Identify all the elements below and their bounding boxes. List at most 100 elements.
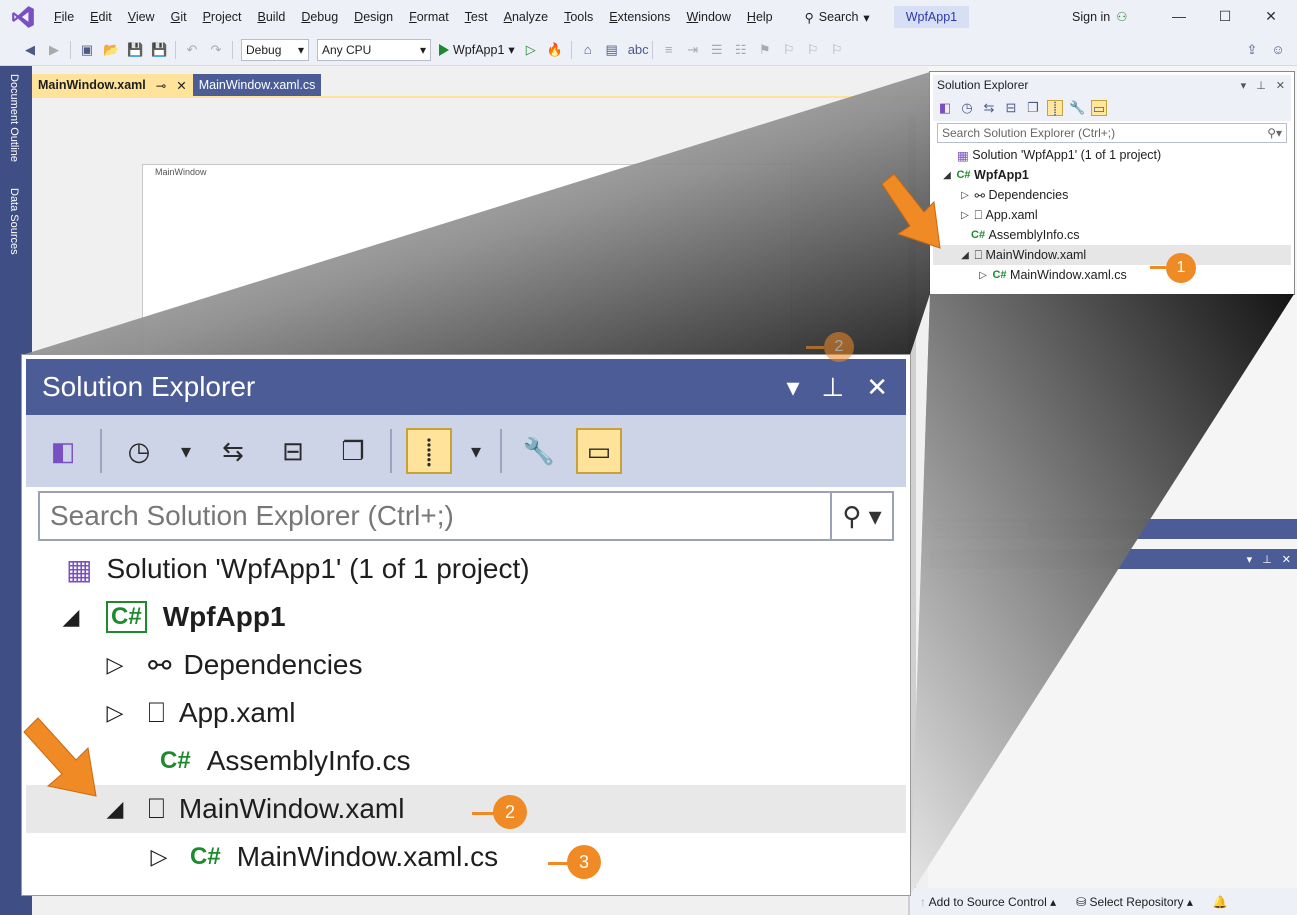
close-icon[interactable]: ✕ bbox=[866, 372, 888, 403]
chevron-down-icon[interactable]: ▾ bbox=[176, 428, 196, 474]
collapsed-icon[interactable]: ▷ bbox=[959, 190, 971, 201]
zoom-tree-item-dependencies[interactable]: ▷ ⚯ Dependencies bbox=[26, 641, 906, 689]
start-debugging-button[interactable]: WpfApp1 ▾ bbox=[439, 42, 515, 57]
platform-select[interactable]: Any CPU ▾ bbox=[317, 38, 431, 61]
open-file-icon[interactable]: 📂 bbox=[103, 42, 119, 58]
bookmark-prev-icon[interactable]: ⚐ bbox=[781, 42, 797, 58]
menu-edit[interactable]: Edit bbox=[82, 10, 120, 24]
bookmark-next-icon[interactable]: ⚐ bbox=[805, 42, 821, 58]
solution-explorer-search[interactable]: Search Solution Explorer (Ctrl+;) ⚲▾ bbox=[937, 123, 1287, 143]
sync-with-document-icon[interactable]: ⇆ bbox=[210, 428, 256, 474]
pin-icon[interactable]: ⊥ bbox=[822, 372, 845, 403]
chevron-down-icon[interactable]: ▾ bbox=[1247, 553, 1253, 566]
close-tab-icon[interactable]: ✕ bbox=[176, 78, 186, 93]
chevron-down-icon[interactable]: ▾ bbox=[786, 372, 799, 403]
expanded-icon[interactable]: ◢ bbox=[959, 250, 971, 261]
tree-item-project[interactable]: ◢ C# WpfApp1 bbox=[933, 165, 1291, 185]
menu-extensions[interactable]: Extensions bbox=[601, 10, 678, 24]
pending-changes-filter-icon[interactable]: ◷ bbox=[116, 428, 162, 474]
close-icon[interactable]: ✕ bbox=[1282, 553, 1291, 566]
document-outline-tab[interactable]: Document Outline bbox=[8, 74, 20, 162]
hot-reload-icon[interactable]: 🔥 bbox=[547, 42, 563, 58]
select-repository-button[interactable]: ⛁ Select Repository ▴ bbox=[1076, 895, 1193, 909]
tab-mainwindow-xaml[interactable]: MainWindow.xaml ⊸ ✕ bbox=[32, 74, 193, 96]
notifications-icon[interactable]: 🔔 bbox=[1213, 895, 1228, 909]
menu-analyze[interactable]: Analyze bbox=[496, 10, 556, 24]
menu-help[interactable]: Help bbox=[739, 10, 781, 24]
tab-mainwindow-xaml-cs[interactable]: MainWindow.xaml.cs bbox=[192, 74, 322, 96]
file-nesting-icon[interactable]: ⸽ bbox=[1047, 100, 1063, 116]
expanded-icon[interactable]: ◢ bbox=[54, 604, 88, 630]
tree-item-mainwindow-xaml-cs[interactable]: ▷ C# MainWindow.xaml.cs bbox=[933, 265, 1291, 285]
redo-icon[interactable]: ↷ bbox=[208, 42, 224, 58]
collapse-all-icon[interactable]: ⊟ bbox=[1003, 100, 1019, 116]
bookmark-icon[interactable]: ⚑ bbox=[757, 42, 773, 58]
tree-item-dependencies[interactable]: ▷ ⚯ Dependencies bbox=[933, 185, 1291, 205]
collapsed-icon[interactable]: ▷ bbox=[977, 270, 989, 281]
chevron-down-icon[interactable]: ▾ bbox=[1241, 79, 1247, 92]
zoom-tree-item-app-xaml[interactable]: ▷ ⎕ App.xaml bbox=[26, 689, 906, 737]
minimize-icon[interactable]: — bbox=[1170, 8, 1188, 26]
menu-tools[interactable]: Tools bbox=[556, 10, 601, 24]
menu-build[interactable]: Build bbox=[250, 10, 294, 24]
bookmark-clear-icon[interactable]: ⚐ bbox=[829, 42, 845, 58]
configuration-select[interactable]: Debug ▾ bbox=[241, 38, 309, 61]
maximize-icon[interactable]: ☐ bbox=[1216, 8, 1234, 26]
start-without-debugging-icon[interactable]: ▷ bbox=[523, 42, 539, 58]
menu-window[interactable]: Window bbox=[678, 10, 738, 24]
search-button[interactable]: ⚲ Search ▾ bbox=[799, 5, 876, 29]
properties-icon[interactable]: 🔧 bbox=[516, 428, 562, 474]
collapsed-icon[interactable]: ▷ bbox=[98, 652, 132, 678]
align-icon[interactable]: ≡ bbox=[661, 42, 677, 58]
menu-design[interactable]: Design bbox=[346, 10, 401, 24]
show-all-files-icon[interactable]: ❐ bbox=[330, 428, 376, 474]
zoom-tree-item-solution[interactable]: ▦ Solution 'WpfApp1' (1 of 1 project) bbox=[26, 545, 906, 593]
zoom-tree-item-mainwindow-xaml-cs[interactable]: ▷ C# MainWindow.xaml.cs bbox=[26, 833, 906, 881]
collapse-all-icon[interactable]: ⊟ bbox=[270, 428, 316, 474]
sync-with-document-icon[interactable]: ⇆ bbox=[981, 100, 997, 116]
zoom-search-input[interactable]: Search Solution Explorer (Ctrl+;) ⚲ ▾ bbox=[38, 491, 894, 541]
save-icon[interactable]: 💾 bbox=[127, 42, 143, 58]
tree-item-app-xaml[interactable]: ▷ ⎕ App.xaml bbox=[933, 205, 1291, 225]
back-icon[interactable]: ◀ bbox=[22, 42, 38, 58]
pending-changes-filter-icon[interactable]: ◷ bbox=[959, 100, 975, 116]
spell-check-icon[interactable]: abc bbox=[628, 42, 649, 58]
menu-project[interactable]: Project bbox=[195, 10, 250, 24]
save-all-icon[interactable]: 💾 bbox=[151, 42, 167, 58]
menu-git[interactable]: Git bbox=[163, 10, 195, 24]
pin-icon[interactable]: ⊥ bbox=[1256, 79, 1266, 92]
close-window-icon[interactable]: ✕ bbox=[1262, 8, 1280, 26]
tab-git-changes[interactable]: Git Changes bbox=[1029, 522, 1104, 536]
add-to-source-control-button[interactable]: ↑ Add to Source Control ▴ bbox=[920, 895, 1056, 909]
collapsed-icon[interactable]: ▷ bbox=[959, 210, 971, 221]
chevron-down-icon[interactable]: ▾ bbox=[466, 428, 486, 474]
menu-view[interactable]: View bbox=[120, 10, 163, 24]
sign-in-button[interactable]: Sign in ⚇ bbox=[1072, 9, 1127, 25]
layout-icon[interactable]: ▤ bbox=[604, 42, 620, 58]
comment-icon[interactable]: ☰ bbox=[709, 42, 725, 58]
undo-icon[interactable]: ↶ bbox=[184, 42, 200, 58]
feedback-icon[interactable]: ☺ bbox=[1270, 42, 1286, 58]
tree-item-solution[interactable]: ▦ Solution 'WpfApp1' (1 of 1 project) bbox=[933, 145, 1291, 165]
browse-icon[interactable]: ⌂ bbox=[580, 42, 596, 58]
forward-icon[interactable]: ▶ bbox=[46, 42, 62, 58]
preview-selected-icon[interactable]: ▭ bbox=[1091, 100, 1107, 116]
zoom-tree-item-mainwindow-xaml[interactable]: ◢ ⎕ MainWindow.xaml bbox=[26, 785, 906, 833]
tab-solution-explorer[interactable]: Solution Explorer bbox=[930, 522, 1030, 536]
file-nesting-icon[interactable]: ⸽ bbox=[406, 428, 452, 474]
menu-format[interactable]: Format bbox=[401, 10, 457, 24]
preview-selected-icon[interactable]: ▭ bbox=[576, 428, 622, 474]
share-icon[interactable]: ⇪ bbox=[1244, 42, 1260, 58]
properties-icon[interactable]: 🔧 bbox=[1069, 100, 1085, 116]
switch-views-icon[interactable]: ◧ bbox=[937, 100, 953, 116]
menu-debug[interactable]: Debug bbox=[293, 10, 346, 24]
zoom-tree-item-project[interactable]: ◢ C# WpfApp1 bbox=[26, 593, 906, 641]
collapsed-icon[interactable]: ▷ bbox=[142, 844, 176, 870]
data-sources-tab[interactable]: Data Sources bbox=[8, 188, 20, 255]
close-icon[interactable]: ✕ bbox=[1276, 79, 1285, 92]
uncomment-icon[interactable]: ☷ bbox=[733, 42, 749, 58]
switch-views-icon[interactable]: ◧ bbox=[40, 428, 86, 474]
tree-item-mainwindow-xaml[interactable]: ◢ ⎕ MainWindow.xaml bbox=[933, 245, 1291, 265]
zoom-tree-item-assemblyinfo[interactable]: C# AssemblyInfo.cs bbox=[26, 737, 906, 785]
show-all-files-icon[interactable]: ❐ bbox=[1025, 100, 1041, 116]
